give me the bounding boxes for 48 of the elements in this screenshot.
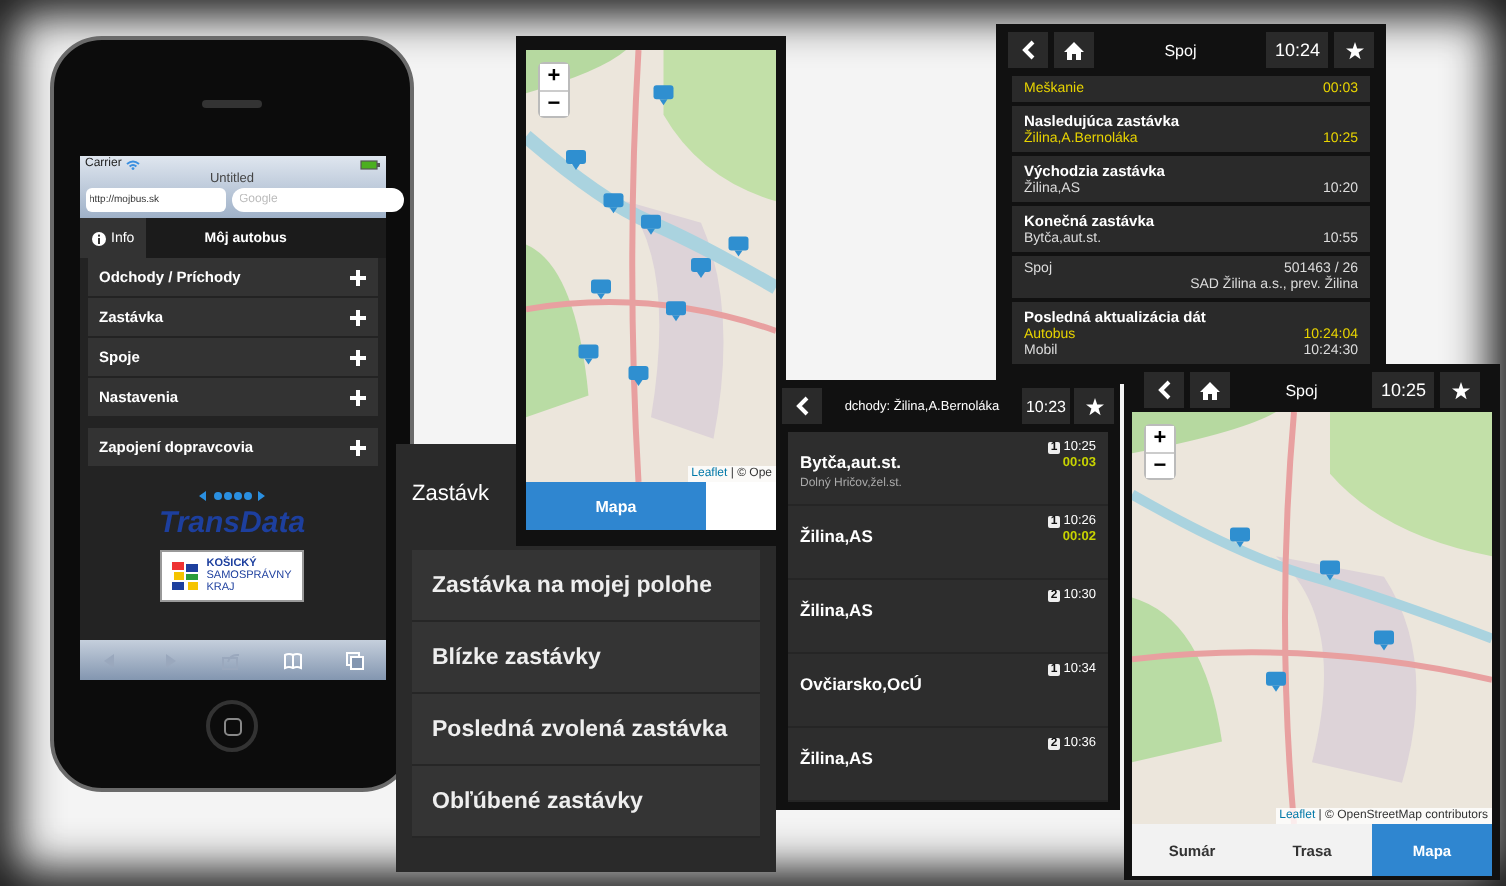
plus-icon [349,389,365,405]
stop-name: Žilina,AS [800,526,873,546]
info-icon [91,231,105,245]
plus-icon [349,309,365,325]
rounded-square-icon [223,717,241,735]
battery-icon [359,159,379,169]
tab[interactable]: Mapa [526,482,706,530]
back-button[interactable] [782,388,822,424]
colored-squares-icon [172,562,201,590]
plus-icon [349,349,365,365]
pages-icon[interactable] [345,651,364,669]
brand-logo: TransData [158,506,306,540]
list-item[interactable]: Posledná zvolená zastávka [412,694,760,766]
plus-icon [349,439,365,455]
star-icon [1345,41,1363,59]
star-icon [1085,397,1103,415]
stop-name: Žilina,AS [800,600,873,620]
zoom-out-button[interactable]: − [540,90,568,116]
speaker-icon [202,100,262,108]
star-icon [1451,381,1469,399]
page-title: Spoj [1162,41,1199,59]
list-item[interactable]: Obľúbené zastávky [412,766,760,838]
back-button[interactable] [1008,32,1048,68]
back-icon [795,396,809,416]
back-icon [1157,380,1171,400]
stop-name: Ovčiarsko,OcÚ [800,674,922,694]
plus-icon [349,269,365,285]
page-title: Spoj [1283,381,1320,399]
back-icon [1021,40,1035,60]
home-button[interactable] [1190,372,1230,408]
clock-time: 10:25 [1372,372,1434,408]
back-button[interactable] [1144,372,1184,408]
home-icon [1200,381,1220,399]
favorite-button[interactable] [1074,388,1114,424]
list-item[interactable]: Zastávka na mojej polohe [412,550,760,622]
home-button[interactable] [1054,32,1094,68]
list-item[interactable]: Blízke zastávky [412,622,760,694]
wifi-icon [125,159,140,169]
clock-time: 10:23 [1021,388,1070,424]
favorite-button[interactable] [1334,32,1374,68]
dots-arrows-icon [198,490,266,502]
zoom-out-button[interactable]: − [1146,452,1174,478]
clock-time: 10:24 [1266,32,1328,68]
stop-name: Bytča,aut.st. [800,452,902,472]
panel-title: Zastávk [412,482,490,506]
home-icon [1064,41,1084,59]
favorite-button[interactable] [1440,372,1480,408]
stop-name: Žilina,AS [800,748,873,768]
